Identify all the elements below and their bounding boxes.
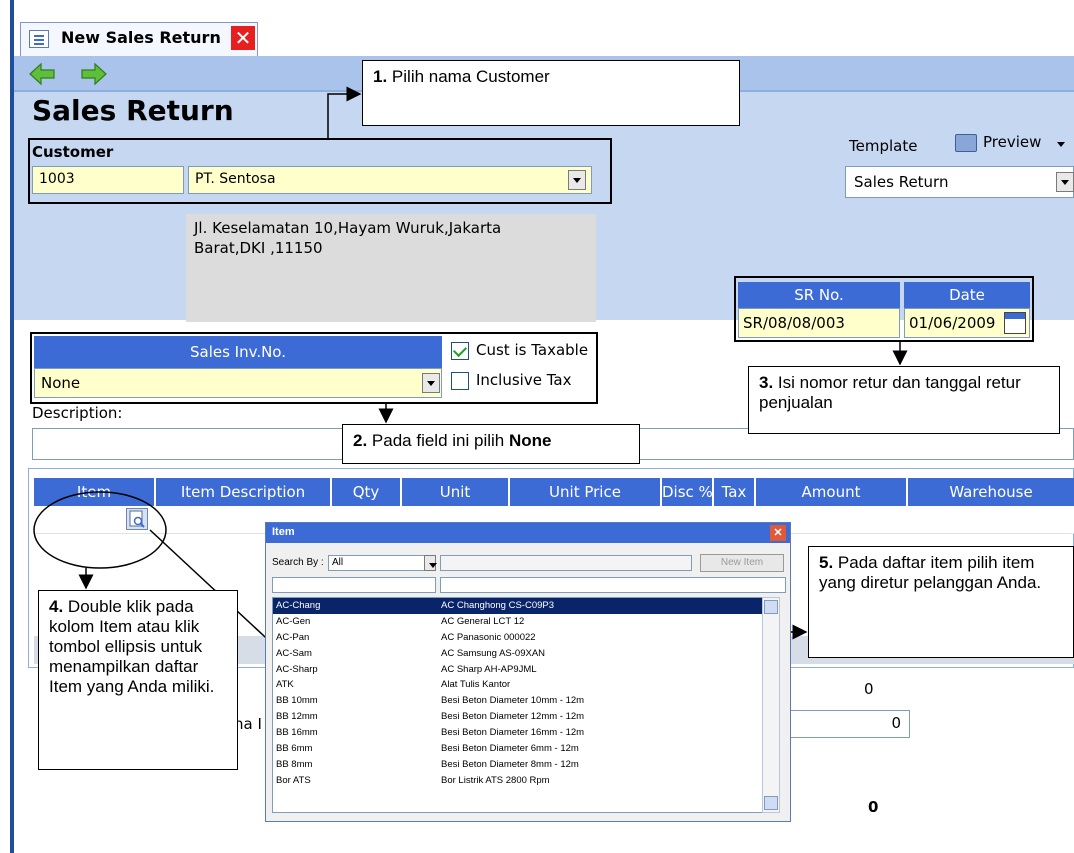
note-4-number: 4.	[49, 597, 64, 616]
list-item[interactable]: Bor ATS Bor Listrik ATS 2800 Rpm	[273, 773, 767, 789]
list-item[interactable]: BB 6mm Besi Beton Diameter 6mm - 12m	[273, 741, 767, 757]
item-lookup-dialog: Item ✕ Search By : All New Item AC-Chang…	[265, 522, 791, 822]
item-code: AC-Pan	[276, 631, 310, 643]
search-by-dropdown[interactable]	[424, 555, 437, 571]
item-code: BB 12mm	[276, 711, 318, 723]
item-name: AC Changhong CS-C09P3	[441, 600, 555, 611]
item-name: Besi Beton Diameter 6mm - 12m	[441, 743, 579, 755]
search-by-select[interactable]: All	[328, 555, 434, 571]
list-item[interactable]: AC-Sam AC Samsung AS-09XAN	[273, 646, 767, 662]
note-2-number: 2.	[353, 431, 368, 450]
note-1-text: Pilih nama Customer	[391, 67, 550, 86]
item-list-scrollbar[interactable]	[762, 597, 780, 813]
note-5-text: Pada daftar item pilih item yang diretur…	[819, 553, 1042, 592]
item-list[interactable]: AC-Chang AC Changhong CS-C09P3 AC-Gen AC Ge…	[272, 597, 768, 813]
note-3-text: Isi nomor retur dan tanggal retur penjua…	[759, 373, 1021, 412]
item-code: AC-Sam	[276, 647, 312, 659]
list-item[interactable]: BB 12mm Besi Beton Diameter 12mm - 12m	[273, 709, 767, 725]
note-5: 5. Pada daftar item pilih item yang dire…	[808, 546, 1074, 658]
note-3-number: 3.	[759, 373, 774, 392]
note-2: 2. Pada field ini pilih None	[342, 424, 640, 464]
list-item[interactable]: BB 8mm Besi Beton Diameter 8mm - 12m	[273, 757, 767, 773]
item-name: AC Panasonic 000022	[441, 631, 536, 643]
list-item[interactable]: BB 10mm Besi Beton Diameter 10mm - 12m	[273, 693, 767, 709]
item-code: BB 16mm	[276, 727, 318, 739]
item-name: Bor Listrik ATS 2800 Rpm	[441, 774, 550, 786]
note-5-number: 5.	[819, 553, 834, 572]
item-code: AC-Chang	[276, 600, 321, 611]
item-code: BB 6mm	[276, 743, 313, 755]
dialog-close-button[interactable]: ✕	[770, 525, 786, 541]
list-item[interactable]: AC-Pan AC Panasonic 000022	[273, 630, 767, 646]
dialog-title: Item	[266, 523, 790, 543]
item-code: AC-Sharp	[276, 663, 318, 675]
item-name: Besi Beton Diameter 12mm - 12m	[441, 711, 585, 723]
filter-code-field[interactable]	[272, 577, 436, 593]
note-4-text: Double klik pada kolom Item atau klik to…	[49, 597, 215, 696]
item-code: BB 8mm	[276, 758, 313, 770]
item-code: BB 10mm	[276, 695, 318, 707]
note-1: 1. Pilih nama Customer	[362, 60, 740, 126]
note-2-text: Pada field ini pilih	[371, 431, 509, 450]
item-code: ATK	[276, 679, 294, 691]
new-item-button[interactable]: New Item	[700, 554, 784, 572]
list-item[interactable]: AC-Chang AC Changhong CS-C09P3	[273, 598, 767, 614]
item-code: AC-Gen	[276, 615, 311, 627]
list-item[interactable]: BB 16mm Besi Beton Diameter 16mm - 12m	[273, 725, 767, 741]
item-name: AC Sharp AH-AP9JML	[441, 663, 537, 675]
item-name: AC Samsung AS-09XAN	[441, 647, 546, 659]
list-item[interactable]: AC-Gen AC General LCT 12	[273, 614, 767, 630]
note-4: 4. Double klik pada kolom Item atau klik…	[38, 590, 238, 770]
filter-name-field[interactable]	[440, 577, 786, 593]
note-2-bold: None	[508, 431, 552, 450]
item-name: Besi Beton Diameter 8mm - 12m	[441, 758, 579, 770]
search-text-field[interactable]	[440, 555, 692, 571]
item-name: AC General LCT 12	[441, 615, 525, 627]
scroll-down-button[interactable]	[764, 796, 778, 810]
note-1-number: 1.	[373, 67, 388, 86]
scroll-up-button[interactable]	[764, 600, 778, 614]
note-3: 3. Isi nomor retur dan tanggal retur pen…	[748, 366, 1060, 434]
item-name: Besi Beton Diameter 10mm - 12m	[441, 695, 585, 707]
list-item[interactable]: AC-Sharp AC Sharp AH-AP9JML	[273, 662, 767, 678]
list-item[interactable]: ATK Alat Tulis Kantor	[273, 677, 767, 693]
item-name: Besi Beton Diameter 16mm - 12m	[441, 727, 585, 739]
search-by-label: Search By :	[272, 557, 324, 568]
item-name: Alat Tulis Kantor	[441, 679, 511, 691]
item-code: Bor ATS	[276, 774, 311, 786]
